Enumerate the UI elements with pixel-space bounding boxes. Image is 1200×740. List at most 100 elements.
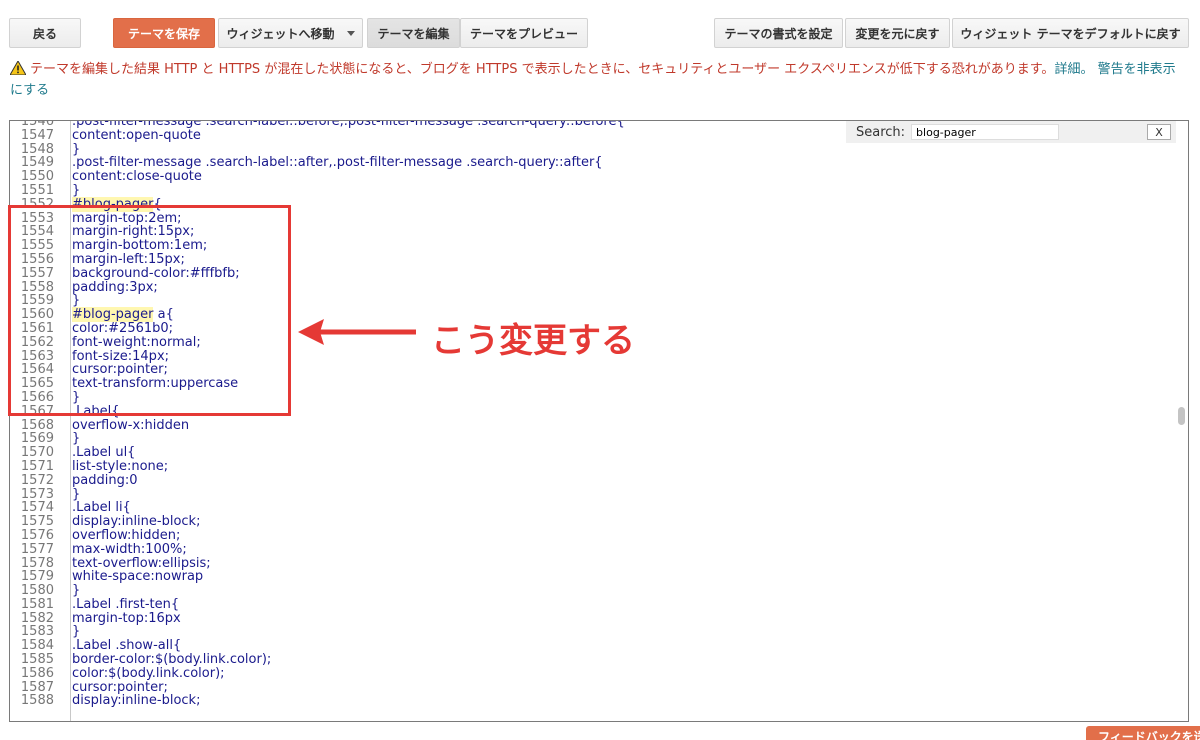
line-number: 1580 bbox=[20, 583, 54, 599]
code-text: .Label .first-ten{ bbox=[72, 596, 180, 612]
code-line[interactable]: 1574 .Label li{ bbox=[10, 501, 1168, 515]
line-number: 1588 bbox=[20, 693, 54, 709]
line-number: 1579 bbox=[20, 569, 54, 585]
back-button[interactable]: 戻る bbox=[9, 18, 81, 48]
line-number: 1576 bbox=[20, 527, 54, 543]
line-number: 1587 bbox=[20, 679, 54, 695]
line-number: 1585 bbox=[20, 652, 54, 668]
code-line[interactable]: 1573} bbox=[10, 486, 1168, 502]
annotation: こう変更する bbox=[296, 313, 676, 361]
code-text: margin-top:16px bbox=[72, 610, 181, 626]
code-text: } bbox=[72, 141, 81, 157]
code-line[interactable]: 1549 .post-filter-message .search-label::… bbox=[10, 156, 1168, 170]
code-text: border-color:$(body.link.color); bbox=[72, 652, 272, 668]
close-search-button[interactable]: X bbox=[1147, 124, 1171, 140]
save-theme-button[interactable]: テーマを保存 bbox=[113, 18, 215, 48]
mixed-content-warning: テーマを編集した結果 HTTP と HTTPS が混在した状態になると、ブログを… bbox=[9, 59, 1185, 101]
arrow-left-icon bbox=[298, 319, 416, 345]
code-text: } bbox=[72, 431, 81, 447]
chevron-down-icon bbox=[346, 30, 355, 36]
widget-nav-label: ウィジェットへ移動 bbox=[226, 26, 335, 41]
code-line[interactable]: 1587 cursor:pointer; bbox=[10, 679, 1168, 695]
warning-icon bbox=[9, 59, 27, 76]
annotation-text: こう変更する bbox=[431, 321, 635, 361]
line-number: 1569 bbox=[20, 431, 54, 447]
code-line[interactable]: 1570 .Label ul{ bbox=[10, 446, 1168, 460]
code-text: cursor:pointer; bbox=[72, 679, 168, 695]
highlight-box bbox=[8, 205, 291, 416]
line-number: 1572 bbox=[20, 472, 54, 488]
line-number: 1583 bbox=[20, 624, 54, 640]
code-text: } bbox=[72, 624, 81, 640]
code-line[interactable]: 1572 padding:0 bbox=[10, 472, 1168, 488]
revert-widget-default-button[interactable]: ウィジェット テーマをデフォルトに戻す bbox=[952, 18, 1189, 48]
code-text: overflow:hidden; bbox=[72, 527, 181, 543]
line-number: 1551 bbox=[20, 182, 54, 198]
line-number: 1575 bbox=[20, 514, 54, 530]
code-line[interactable]: 1585 border-color:$(body.link.color); bbox=[10, 653, 1168, 667]
line-number: 1577 bbox=[20, 541, 54, 557]
code-text: } bbox=[72, 583, 81, 599]
code-text: content:close-quote bbox=[72, 169, 202, 185]
line-number: 1550 bbox=[20, 169, 54, 185]
code-line[interactable]: 1577 max-width:100%; bbox=[10, 541, 1168, 557]
warning-text: テーマを編集した結果 HTTP と HTTPS が混在した状態になると、ブログを… bbox=[30, 62, 1055, 77]
code-line[interactable]: 1579 white-space:nowrap bbox=[10, 570, 1168, 584]
tab-edit-theme[interactable]: テーマを編集 bbox=[367, 18, 460, 48]
code-line[interactable]: 1550 content:close-quote bbox=[10, 170, 1168, 184]
details-link[interactable]: 詳細。 bbox=[1054, 62, 1093, 77]
feedback-label: フィードバックを送信 bbox=[1098, 730, 1200, 740]
code-line[interactable]: 1580} bbox=[10, 584, 1168, 598]
code-line[interactable]: 1588 display:inline-block; bbox=[10, 694, 1168, 708]
code-text: padding:0 bbox=[72, 472, 138, 488]
search-input[interactable] bbox=[911, 124, 1060, 140]
line-number: 1582 bbox=[20, 610, 54, 626]
code-text: text-overflow:ellipsis; bbox=[72, 555, 211, 571]
code-text: } bbox=[72, 182, 81, 198]
line-number: 1584 bbox=[20, 638, 54, 654]
tab-preview-theme[interactable]: テーマをプレビュー bbox=[460, 18, 588, 48]
code-text: max-width:100%; bbox=[72, 541, 187, 557]
line-number: 1568 bbox=[20, 417, 54, 433]
code-line[interactable]: 1569} bbox=[10, 432, 1168, 446]
code-text: list-style:none; bbox=[72, 458, 169, 474]
feedback-button[interactable]: フィードバックを送信 bbox=[1086, 726, 1200, 740]
line-number: 1573 bbox=[20, 486, 54, 502]
code-text: display:inline-block; bbox=[72, 514, 201, 530]
widget-nav-dropdown[interactable]: ウィジェットへ移動 bbox=[218, 18, 363, 48]
revert-changes-button[interactable]: 変更を元に戻す bbox=[845, 18, 950, 48]
code-line[interactable]: 1586 color:$(body.link.color); bbox=[10, 667, 1168, 681]
code-line[interactable]: 1583} bbox=[10, 625, 1168, 639]
code-line[interactable]: 1582 margin-top:16px bbox=[10, 610, 1168, 626]
code-line[interactable]: 1584 .Label .show-all{ bbox=[10, 639, 1168, 653]
line-number: 1549 bbox=[20, 155, 54, 171]
code-text: .Label li{ bbox=[72, 500, 131, 516]
code-text: } bbox=[72, 486, 81, 502]
code-line[interactable]: 1548} bbox=[10, 141, 1168, 157]
code-text: .Label ul{ bbox=[72, 445, 136, 461]
line-number: 1570 bbox=[20, 445, 54, 461]
code-line[interactable]: 1576 overflow:hidden; bbox=[10, 529, 1168, 543]
line-number: 1548 bbox=[20, 141, 54, 157]
code-line[interactable]: 1568 overflow-x:hidden bbox=[10, 417, 1168, 433]
line-number: 1571 bbox=[20, 458, 54, 474]
code-text: overflow-x:hidden bbox=[72, 417, 190, 433]
scrollbar-thumb[interactable] bbox=[1178, 407, 1185, 425]
search-label: Search: bbox=[856, 124, 906, 140]
code-line[interactable]: 1551} bbox=[10, 184, 1168, 198]
code-line[interactable]: 1578 text-overflow:ellipsis; bbox=[10, 555, 1168, 571]
code-text: .post-filter-message .search-label::afte… bbox=[72, 155, 603, 171]
line-number: 1581 bbox=[20, 596, 54, 612]
line-number: 1578 bbox=[20, 555, 54, 571]
code-text: content:open-quote bbox=[72, 127, 201, 143]
line-number: 1574 bbox=[20, 500, 54, 516]
code-line[interactable]: 1581 .Label .first-ten{ bbox=[10, 598, 1168, 612]
search-bar: Search: X bbox=[846, 121, 1176, 143]
code-text: white-space:nowrap bbox=[72, 569, 204, 585]
code-line[interactable]: 1575 display:inline-block; bbox=[10, 515, 1168, 529]
line-number: 1586 bbox=[20, 665, 54, 681]
code-text: .Label .show-all{ bbox=[72, 638, 182, 654]
code-text: color:$(body.link.color); bbox=[72, 665, 225, 681]
code-line[interactable]: 1571 list-style:none; bbox=[10, 460, 1168, 474]
format-theme-button[interactable]: テーマの書式を設定 bbox=[714, 18, 843, 48]
